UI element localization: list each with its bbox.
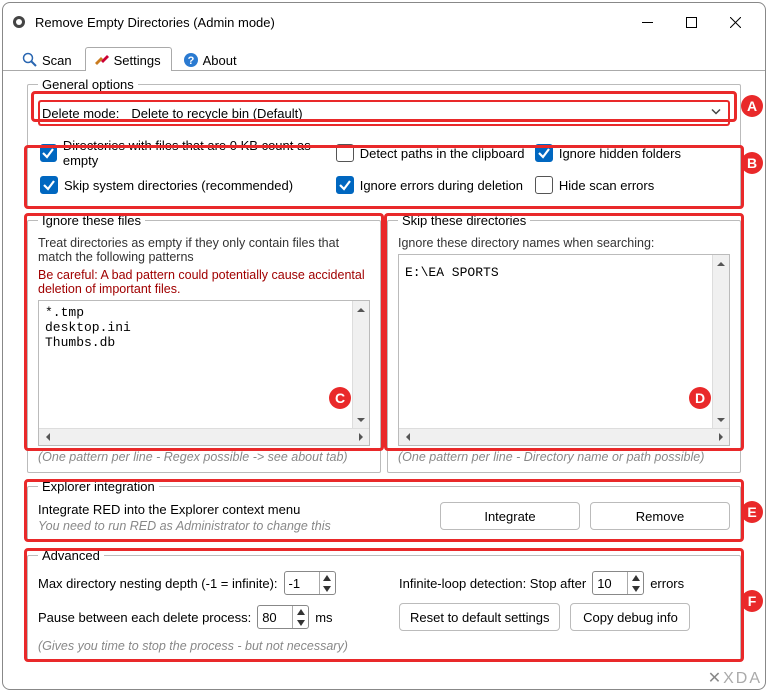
- scrollbar-vertical[interactable]: [712, 255, 729, 428]
- checkbox-label: Directories with files that are 0 KB cou…: [63, 138, 330, 168]
- group-legend: Explorer integration: [38, 479, 159, 494]
- checkbox-ignore-hidden[interactable]: Ignore hidden folders: [535, 138, 728, 168]
- minimize-button[interactable]: [625, 7, 669, 37]
- close-button[interactable]: [713, 7, 757, 37]
- group-general: General options Delete mode: Delete to r…: [27, 77, 741, 207]
- reset-defaults-button[interactable]: Reset to default settings: [399, 603, 560, 631]
- checkbox-label: Detect paths in the clipboard: [360, 146, 525, 161]
- watermark: ✕XDA: [708, 668, 762, 688]
- ignore-files-textarea[interactable]: *.tmp desktop.ini Thumbs.db: [38, 300, 370, 446]
- spin-up-icon[interactable]: [293, 606, 308, 617]
- group-legend: Ignore these files: [38, 213, 145, 228]
- pause-spinner[interactable]: [257, 605, 309, 629]
- annotation-f: F: [741, 590, 763, 612]
- spin-down-icon[interactable]: [628, 583, 643, 594]
- group-legend: Advanced: [38, 548, 104, 563]
- spin-down-icon[interactable]: [320, 583, 335, 594]
- group-skip-dirs: Skip these directories Ignore these dire…: [387, 213, 741, 473]
- checkbox-label: Ignore errors during deletion: [360, 178, 523, 193]
- group-legend: Skip these directories: [398, 213, 530, 228]
- pause-hint: (Gives you time to stop the process - bu…: [38, 639, 730, 653]
- scroll-up-icon: [713, 255, 730, 272]
- infinite-loop-spinner[interactable]: [592, 571, 644, 595]
- tab-strip: Scan Settings ? About: [3, 41, 765, 71]
- scroll-left-icon: [399, 429, 416, 446]
- spin-up-icon[interactable]: [628, 572, 643, 583]
- tab-settings[interactable]: Settings: [85, 47, 172, 71]
- tab-label: Settings: [114, 53, 161, 68]
- tab-label: About: [203, 53, 237, 68]
- group-advanced: Advanced Max directory nesting depth (-1…: [27, 548, 741, 662]
- scroll-right-icon: [352, 429, 369, 446]
- checkbox-0kb-empty[interactable]: Directories with files that are 0 KB cou…: [40, 138, 330, 168]
- scrollbar-horizontal[interactable]: [39, 428, 369, 445]
- checkbox-hide-scan-errors[interactable]: Hide scan errors: [535, 176, 728, 194]
- infinite-loop-label-b: errors: [650, 576, 684, 591]
- spin-up-icon[interactable]: [320, 572, 335, 583]
- annotation-a: A: [741, 95, 763, 117]
- scroll-right-icon: [712, 429, 729, 446]
- ignore-files-hint: Treat directories as empty if they only …: [38, 236, 370, 264]
- magnifier-icon: [22, 52, 38, 68]
- select-value: Delete to recycle bin (Default): [131, 106, 302, 121]
- window-title: Remove Empty Directories (Admin mode): [35, 15, 625, 30]
- group-explorer: Explorer integration Integrate RED into …: [27, 479, 741, 542]
- integrate-button[interactable]: Integrate: [440, 502, 580, 530]
- scroll-left-icon: [39, 429, 56, 446]
- max-depth-label: Max directory nesting depth (-1 = infini…: [38, 576, 278, 591]
- remove-button[interactable]: Remove: [590, 502, 730, 530]
- checkbox-label: Hide scan errors: [559, 178, 654, 193]
- delete-mode-select[interactable]: Delete to recycle bin (Default): [123, 100, 730, 126]
- pause-input[interactable]: [258, 606, 292, 628]
- textarea-content: *.tmp desktop.ini Thumbs.db: [39, 301, 369, 445]
- copy-debug-button[interactable]: Copy debug info: [570, 603, 690, 631]
- group-ignore-files: Ignore these files Treat directories as …: [27, 213, 381, 473]
- explorer-line2: You need to run RED as Administrator to …: [38, 519, 430, 533]
- checkbox-label: Ignore hidden folders: [559, 146, 681, 161]
- annotation-b: B: [741, 152, 763, 174]
- tools-icon: [94, 52, 110, 68]
- textarea-content: E:\EA SPORTS: [399, 255, 729, 445]
- pause-label: Pause between each delete process:: [38, 610, 251, 625]
- scroll-down-icon: [353, 411, 370, 428]
- skip-dirs-hint: Ignore these directory names when search…: [398, 236, 730, 250]
- maximize-button[interactable]: [669, 7, 713, 37]
- chevron-down-icon: [710, 106, 722, 121]
- skip-dirs-subhint: (One pattern per line - Directory name o…: [398, 450, 730, 464]
- app-icon: [11, 14, 27, 30]
- pause-unit: ms: [315, 610, 332, 625]
- infinite-loop-input[interactable]: [593, 572, 627, 594]
- skip-dirs-textarea[interactable]: E:\EA SPORTS: [398, 254, 730, 446]
- scrollbar-vertical[interactable]: [352, 301, 369, 428]
- checkbox-label: Skip system directories (recommended): [64, 178, 293, 193]
- scroll-down-icon: [713, 411, 730, 428]
- titlebar: Remove Empty Directories (Admin mode): [3, 3, 765, 41]
- checkbox-ignore-errors[interactable]: Ignore errors during deletion: [336, 176, 529, 194]
- ignore-files-warning: Be careful: A bad pattern could potentia…: [38, 268, 370, 296]
- tab-about[interactable]: ? About: [174, 47, 248, 71]
- help-icon: ?: [183, 52, 199, 68]
- max-depth-spinner[interactable]: [284, 571, 336, 595]
- explorer-line1: Integrate RED into the Explorer context …: [38, 502, 430, 517]
- max-depth-input[interactable]: [285, 572, 319, 594]
- group-legend: General options: [38, 77, 138, 92]
- ignore-files-subhint: (One pattern per line - Regex possible -…: [38, 450, 370, 464]
- tab-label: Scan: [42, 53, 72, 68]
- annotation-e: E: [741, 501, 763, 523]
- checkbox-skip-system[interactable]: Skip system directories (recommended): [40, 176, 330, 194]
- spin-down-icon[interactable]: [293, 617, 308, 628]
- tab-scan[interactable]: Scan: [13, 47, 83, 71]
- checkbox-detect-clipboard[interactable]: Detect paths in the clipboard: [336, 138, 529, 168]
- infinite-loop-label-a: Infinite-loop detection: Stop after: [399, 576, 586, 591]
- scroll-up-icon: [353, 301, 370, 318]
- svg-text:?: ?: [187, 55, 194, 67]
- delete-mode-label: Delete mode:: [38, 100, 123, 126]
- scrollbar-horizontal[interactable]: [399, 428, 729, 445]
